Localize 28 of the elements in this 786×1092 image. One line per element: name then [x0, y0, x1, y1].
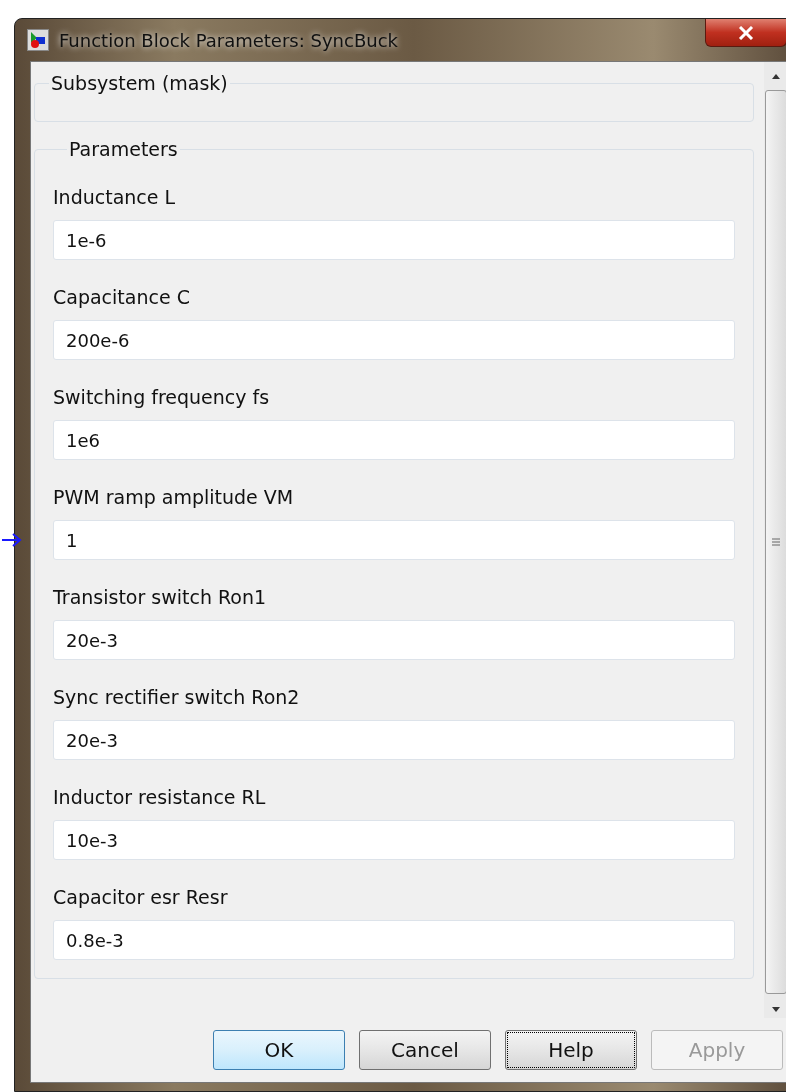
field-label: PWM ramp amplitude VM — [53, 486, 295, 508]
input-field[interactable]: 20e-3 — [53, 720, 735, 760]
field-label: Capacitor esr Resr — [53, 886, 229, 908]
input-field[interactable]: 1e6 — [53, 420, 735, 460]
window-title: Function Block Parameters: SyncBuck — [59, 29, 398, 51]
field-label: Inductor resistance RL — [53, 786, 267, 808]
scroll-up-icon[interactable] — [770, 72, 782, 80]
field-label: Transistor switch Ron1 — [53, 586, 268, 608]
group-title: Subsystem (mask) — [50, 72, 229, 94]
dialog-button[interactable]: OK — [213, 1030, 345, 1070]
group-title: Parameters — [68, 138, 179, 160]
grip-icon — [771, 537, 781, 547]
close-button[interactable] — [705, 19, 786, 47]
dialog-button[interactable]: Cancel — [359, 1030, 491, 1070]
field-label: Capacitance C — [53, 286, 191, 308]
close-icon — [738, 25, 754, 40]
input-field[interactable]: 200e-6 — [53, 320, 735, 360]
input-field[interactable]: 0.8e-3 — [53, 920, 735, 960]
field-label: Sync rectifier switch Ron2 — [53, 686, 301, 708]
input-field[interactable]: 10e-3 — [53, 820, 735, 860]
scroll-down-icon[interactable] — [770, 1006, 782, 1014]
field-label: Switching frequency fs — [53, 386, 271, 408]
input-field[interactable]: 1e-6 — [53, 220, 735, 260]
block-diagram-icon — [27, 29, 49, 51]
dialog-button[interactable]: Help — [505, 1030, 637, 1070]
field-label: Inductance L — [53, 186, 177, 208]
input-field[interactable]: 20e-3 — [53, 620, 735, 660]
input-field[interactable]: 1 — [53, 520, 735, 560]
